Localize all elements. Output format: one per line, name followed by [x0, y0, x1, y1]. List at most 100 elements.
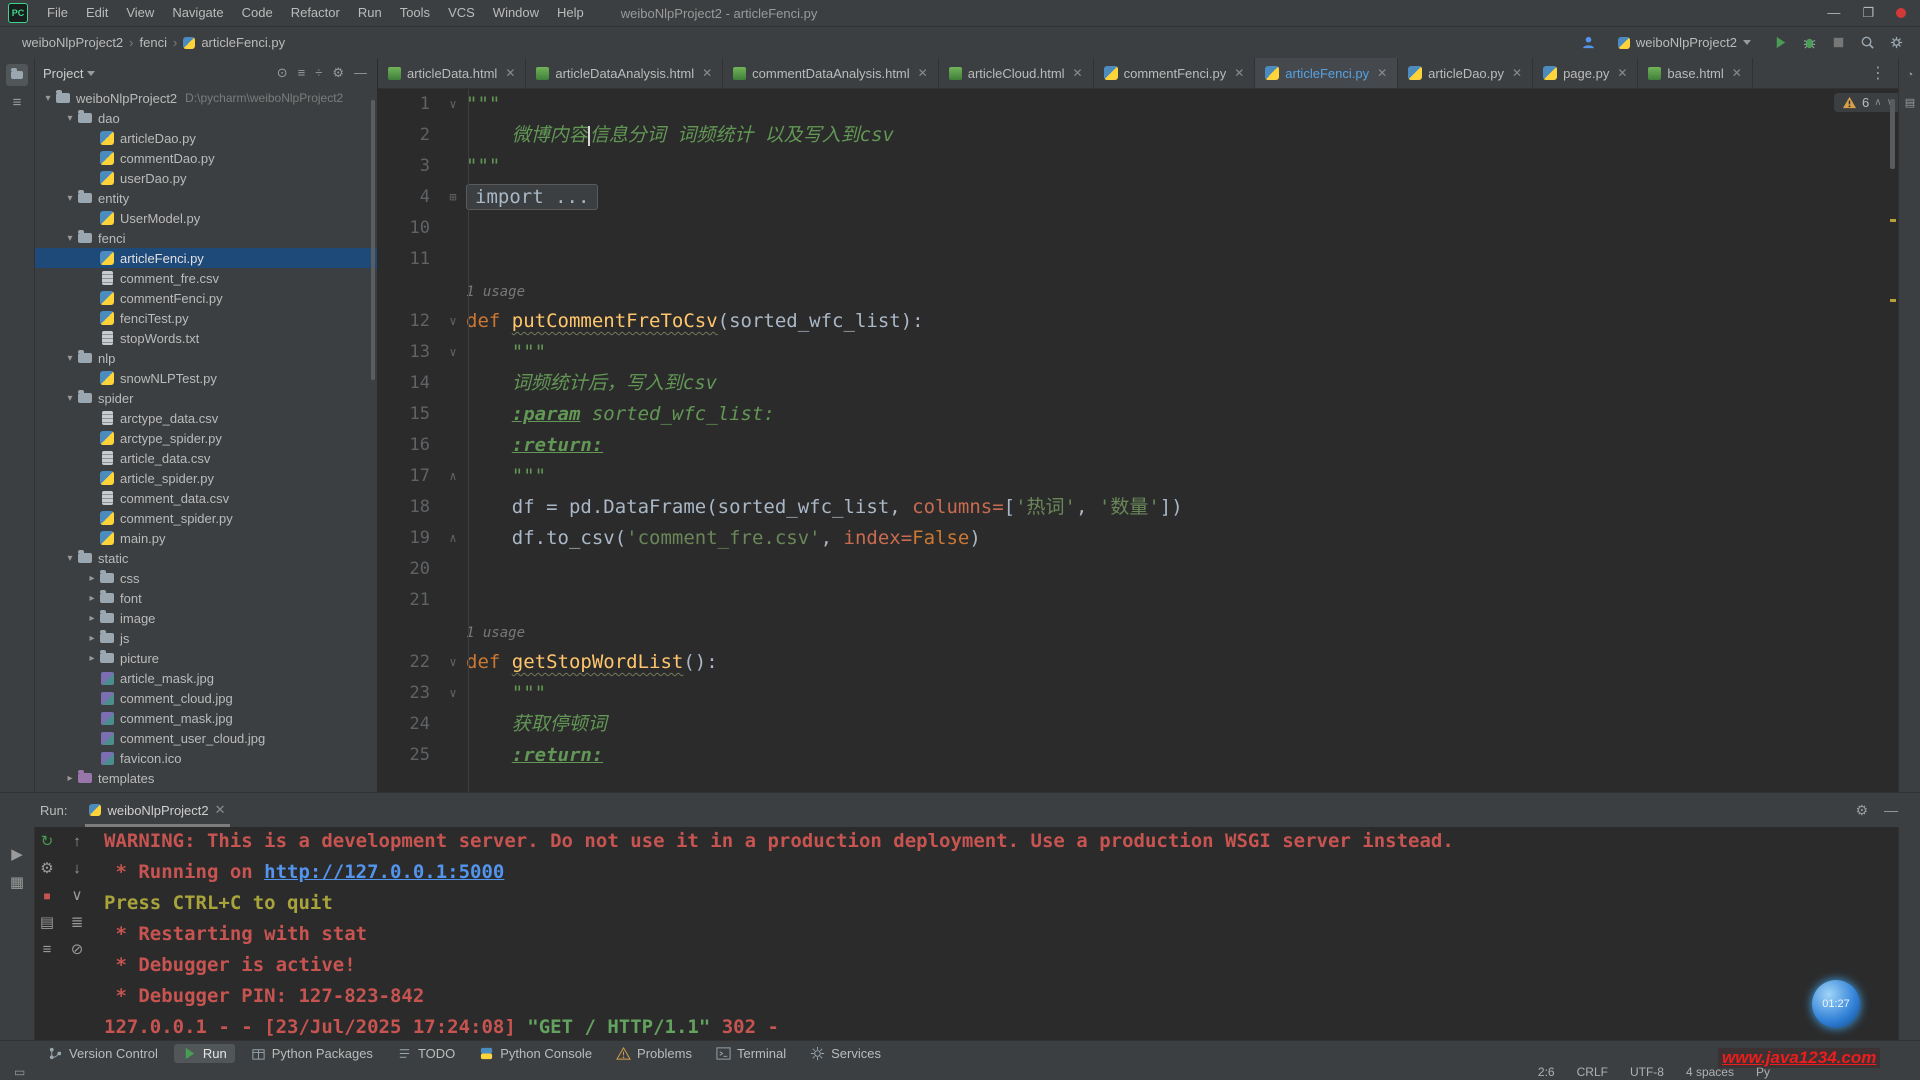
tree-item-font[interactable]: ▸ font — [35, 588, 377, 608]
tree-chevron-icon[interactable]: ▾ — [63, 393, 77, 404]
tree-chevron-icon[interactable]: ▾ — [41, 93, 55, 104]
close-icon[interactable]: ✕ — [1512, 66, 1522, 80]
scroll-to-end-icon[interactable]: ≣ — [71, 915, 84, 931]
settings-icon[interactable] — [1889, 35, 1904, 50]
tree-item-fencitest-py[interactable]: fenciTest.py — [35, 308, 377, 328]
stop-process-button[interactable]: ■ — [43, 888, 50, 904]
tab-articledataanalysis-html[interactable]: articleDataAnalysis.html ✕ — [526, 58, 724, 88]
tree-item-usermodel-py[interactable]: UserModel.py — [35, 208, 377, 228]
prev-warning-icon[interactable]: ∧ — [1874, 97, 1881, 108]
toolwindow-python-packages[interactable]: Python Packages — [243, 1044, 381, 1063]
tree-chevron-icon[interactable]: ▸ — [85, 613, 99, 624]
locate-file-icon[interactable]: ⊙ — [277, 65, 288, 81]
close-icon[interactable]: ✕ — [1073, 66, 1083, 80]
panel-settings-icon[interactable]: ⚙ — [332, 65, 344, 81]
menu-view[interactable]: View — [117, 0, 163, 26]
tree-item-weibonlpproject2[interactable]: ▾ weiboNlpProject2 D:\pycharm\weiboNlpProj… — [35, 88, 377, 108]
toolwindow-version-control[interactable]: Version Control — [40, 1044, 166, 1063]
tree-item-static[interactable]: ▾ static — [35, 548, 377, 568]
tree-item-comment-fre-csv[interactable]: comment_fre.csv — [35, 268, 377, 288]
tree-chevron-icon[interactable]: ▸ — [85, 633, 99, 644]
tab-articledao-py[interactable]: articleDao.py ✕ — [1398, 58, 1534, 88]
toolwindow-run[interactable]: Run — [173, 1043, 235, 1063]
warning-stripe-mark[interactable] — [1890, 219, 1896, 222]
menu-file[interactable]: File — [38, 0, 77, 26]
fold-marker[interactable]: ∨ — [440, 678, 466, 709]
minimize-button[interactable]: — — [1827, 0, 1840, 26]
menu-help[interactable]: Help — [548, 0, 593, 26]
run-stripe-button[interactable]: ▶ — [6, 844, 28, 866]
tree-item-article-mask-jpg[interactable]: article_mask.jpg — [35, 668, 377, 688]
tab-commentdataanalysis-html[interactable]: commentDataAnalysis.html ✕ — [723, 58, 939, 88]
toolwindow-python-console[interactable]: Python Console — [471, 1044, 600, 1063]
toolwindow-terminal[interactable]: Terminal — [708, 1044, 794, 1063]
tree-item-nlp[interactable]: ▾ nlp — [35, 348, 377, 368]
tree-item-templates[interactable]: ▸ templates — [35, 768, 377, 788]
status-item-2-6[interactable]: 2:6 — [1538, 1065, 1555, 1079]
tree-item-css[interactable]: ▸ css — [35, 568, 377, 588]
tree-item-spider[interactable]: ▾ spider — [35, 388, 377, 408]
breadcrumb-item[interactable]: weiboNlpProject2 — [22, 35, 123, 50]
expand-icon[interactable]: ≡ — [298, 65, 306, 81]
tree-item-favicon-ico[interactable]: favicon.ico — [35, 748, 377, 768]
close-icon[interactable]: ✕ — [1732, 66, 1742, 80]
tree-chevron-icon[interactable]: ▸ — [85, 573, 99, 584]
menu-window[interactable]: Window — [484, 0, 548, 26]
run-panel-hide-icon[interactable]: — — [1884, 802, 1898, 819]
tab-articlecloud-html[interactable]: articleCloud.html ✕ — [939, 58, 1094, 88]
fold-marker[interactable]: ∨ — [440, 306, 466, 337]
tree-chevron-icon[interactable]: ▸ — [85, 653, 99, 664]
tab-commentfenci-py[interactable]: commentFenci.py ✕ — [1094, 58, 1256, 88]
structure-stripe-button[interactable]: ≡ — [6, 92, 28, 114]
run-console-output[interactable]: WARNING: This is a development server. D… — [104, 826, 1804, 1040]
tab-base-html[interactable]: base.html ✕ — [1638, 58, 1753, 88]
clear-console-icon[interactable]: ⊘ — [71, 942, 84, 958]
tree-item-stopwords-txt[interactable]: stopWords.txt — [35, 328, 377, 348]
maximize-button[interactable]: ❐ — [1862, 0, 1874, 26]
menu-code[interactable]: Code — [233, 0, 282, 26]
tree-item-arctype-data-csv[interactable]: arctype_data.csv — [35, 408, 377, 428]
menu-navigate[interactable]: Navigate — [163, 0, 232, 26]
status-item-utf-8[interactable]: UTF-8 — [1630, 1065, 1664, 1079]
run-config-select[interactable]: weiboNlpProject2 — [1610, 33, 1759, 52]
toolwindow-services[interactable]: Services — [802, 1044, 889, 1063]
down-stack-trace-icon[interactable]: ↓ — [73, 861, 81, 877]
tree-item-comment-mask-jpg[interactable]: comment_mask.jpg — [35, 708, 377, 728]
close-icon[interactable]: ✕ — [702, 66, 712, 80]
toolwindow-todo[interactable]: TODO — [389, 1044, 463, 1063]
tree-item-dao[interactable]: ▾ dao — [35, 108, 377, 128]
tree-item-snownlptest-py[interactable]: snowNLPTest.py — [35, 368, 377, 388]
tree-item-article-data-csv[interactable]: article_data.csv — [35, 448, 377, 468]
notifications-stripe-button[interactable]: ◔ — [1899, 64, 1920, 86]
tree-item-image[interactable]: ▸ image — [35, 608, 377, 628]
tree-item-fenci[interactable]: ▾ fenci — [35, 228, 377, 248]
project-panel-title[interactable]: Project — [43, 66, 83, 81]
restore-layout-icon[interactable]: ▤ — [40, 915, 54, 931]
fold-marker[interactable]: ∨ — [440, 89, 466, 120]
status-left-icon[interactable]: ▭ — [14, 1065, 25, 1079]
tree-chevron-icon[interactable]: ▾ — [63, 553, 77, 564]
close-icon[interactable]: ✕ — [215, 802, 226, 818]
run-button[interactable] — [1773, 35, 1788, 50]
menu-vcs[interactable]: VCS — [439, 0, 484, 26]
menu-run[interactable]: Run — [349, 0, 391, 26]
warning-stripe-mark[interactable] — [1890, 299, 1896, 302]
up-stack-trace-icon[interactable]: ↑ — [73, 834, 81, 850]
menu-tools[interactable]: Tools — [391, 0, 439, 26]
usage-label[interactable]: 1 usage — [466, 284, 525, 300]
debug-button[interactable] — [1802, 35, 1817, 50]
tree-chevron-icon[interactable]: ▾ — [63, 353, 77, 364]
tree-item-comment-data-csv[interactable]: comment_data.csv — [35, 488, 377, 508]
tree-chevron-icon[interactable]: ▾ — [63, 193, 77, 204]
tree-chevron-icon[interactable]: ▸ — [85, 593, 99, 604]
tab-page-py[interactable]: page.py ✕ — [1533, 58, 1639, 88]
fold-marker[interactable]: ⊞ — [440, 182, 466, 213]
tree-chevron-icon[interactable]: ▾ — [63, 233, 77, 244]
rerun-button[interactable]: ↻ — [41, 834, 54, 850]
soft-wrap-icon[interactable]: ∨ — [72, 888, 83, 904]
menu-refactor[interactable]: Refactor — [282, 0, 349, 26]
tree-chevron-icon[interactable]: ▾ — [63, 113, 77, 124]
tab-options-icon[interactable]: ⋮ — [1858, 58, 1898, 88]
tree-item-main-py[interactable]: main.py — [35, 528, 377, 548]
tree-item-picture[interactable]: ▸ picture — [35, 648, 377, 668]
